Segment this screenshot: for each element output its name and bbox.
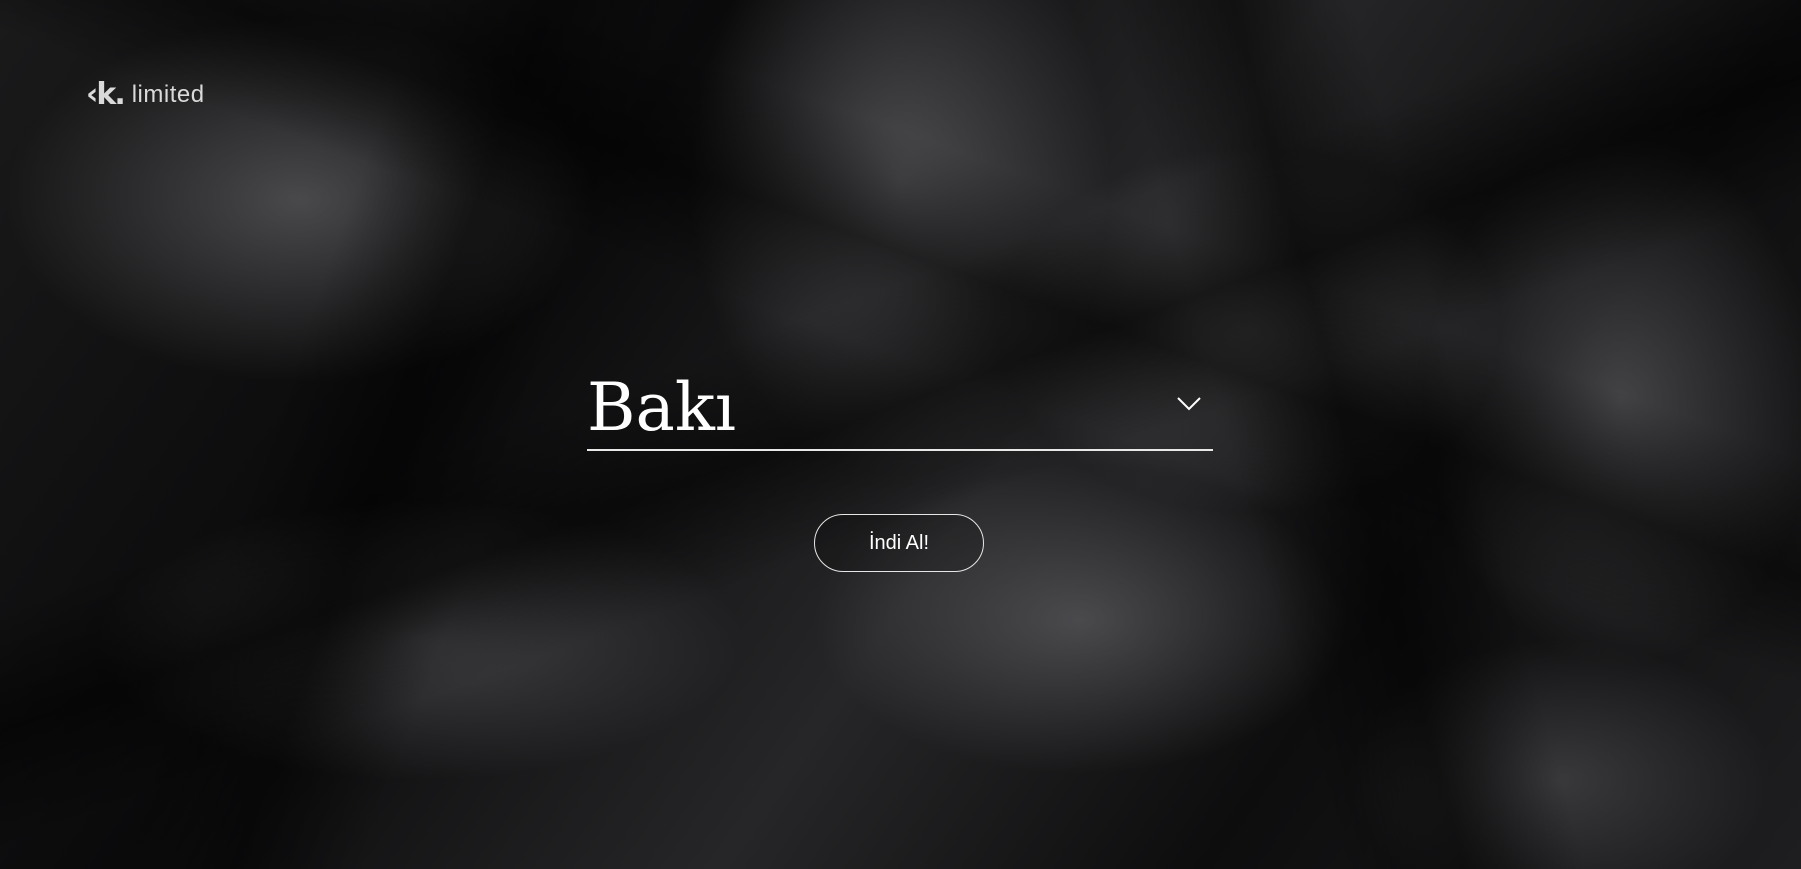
city-select-value: Bakı: [587, 369, 736, 446]
city-select[interactable]: Bakı: [587, 365, 1213, 451]
hero-section: ‹k. limited Bakı İndi Al!: [0, 0, 1801, 869]
brand-logo[interactable]: ‹k. limited: [86, 80, 205, 110]
chevron-down-icon[interactable]: [1177, 397, 1201, 411]
brand-mark: ‹k.: [86, 77, 126, 112]
buy-now-button[interactable]: İndi Al!: [814, 514, 984, 572]
brand-name: limited: [131, 81, 205, 108]
